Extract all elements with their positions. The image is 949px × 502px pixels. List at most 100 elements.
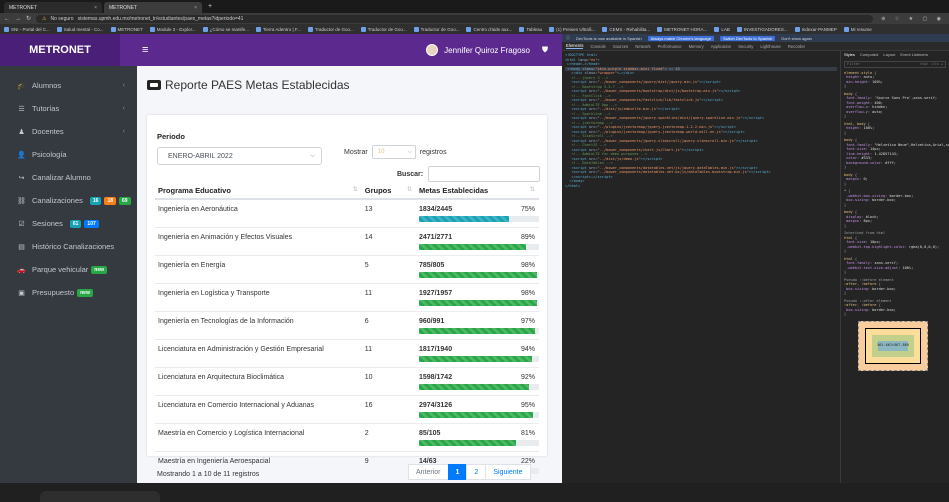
shield-icon[interactable]: ⛊ [542, 45, 548, 55]
column-header-programa[interactable]: Programa Educativo ⇅ [155, 183, 362, 200]
sidebar-item-tutor-as[interactable]: ☰ Tutorías ‹ [0, 97, 137, 120]
devtools-tab-elements[interactable]: Elements [566, 43, 584, 49]
devtools-tab-console[interactable]: Console [590, 44, 605, 49]
sidebar-item-sesiones[interactable]: ☑ Sesiones 61 107 [0, 212, 137, 235]
bookmark-item[interactable]: Traductor de Goo... [360, 26, 407, 32]
bookmark-item[interactable]: SNI - Portal del C... [4, 26, 50, 32]
bookmark-item[interactable]: METRONET HORA... [657, 26, 707, 32]
devtools-tab-memory[interactable]: Memory [689, 44, 704, 49]
devtools-tab-recorder[interactable]: Recorder [788, 44, 805, 49]
column-header-metas[interactable]: Metas Establecidas ⇅ [416, 183, 539, 200]
new-badge: new [77, 288, 93, 297]
list-icon: ☰ [18, 105, 25, 113]
top-navbar: METRONET ≡ Jennifer Quiroz Fragoso ⛊ [0, 34, 562, 66]
styles-pane: Styles Computed Layout Event Listeners Filt… [840, 51, 949, 483]
progress-bar [419, 327, 539, 334]
devtools-tab-lighthouse[interactable]: Lighthouse [760, 44, 781, 49]
progress-bar [419, 271, 539, 278]
browser-tab-active[interactable]: METRONET × [104, 2, 202, 13]
reload-icon[interactable]: ↻ [26, 15, 31, 22]
warning-icon[interactable]: ⚠ [42, 16, 46, 22]
sort-icon: ⇅ [529, 187, 535, 193]
bookmark-favicon-icon [110, 26, 116, 32]
bookmark-item[interactable]: Salud mental - Co... [56, 26, 104, 32]
bookmark-item[interactable]: INVESTIGADORES... [736, 26, 788, 32]
metas-value: 2974/3126 [419, 401, 453, 409]
bookmark-favicon-icon [794, 26, 800, 32]
bookmark-item[interactable]: Tierra Adentro | F... [255, 26, 301, 32]
extension-icons[interactable]: ⊕ ☆ ★ ▢ ◉ [881, 16, 945, 22]
bookmark-item[interactable]: CEMS - Rehabilita... [602, 26, 650, 32]
page-length-select[interactable]: 10 ⌵ [371, 145, 416, 159]
sidebar-item-hist-rico-canalizaciones[interactable]: ▤ Histórico Canalizaciones [0, 235, 137, 258]
table-row: Ingeniería en Logística y Transporte 11 19… [155, 282, 539, 311]
page-2-button[interactable]: 2 [466, 464, 487, 480]
grupos-cell: 5 [361, 254, 416, 283]
bookmark-item[interactable]: Mi resume [843, 26, 872, 32]
new-tab-icon[interactable]: + [208, 3, 212, 10]
chevron-left-icon: ‹ [122, 105, 125, 112]
bookmark-item[interactable]: (1) Preisen Ultraß... [549, 26, 595, 32]
styles-filter-input[interactable]: Filter :hov .cls + [844, 60, 946, 68]
devtools-tab-application[interactable]: Application [711, 44, 732, 49]
bookmark-favicon-icon [149, 26, 155, 32]
periodo-select[interactable]: ENERO-ABRIL 2022 ⌵ [157, 147, 322, 165]
bookmark-item[interactable]: METRONET [110, 26, 143, 32]
bookmark-item[interactable]: Traductor de Goo... [413, 26, 459, 32]
bookmark-item[interactable]: Centro d'aide aux... [466, 26, 512, 32]
bookmark-item[interactable]: Traductor de Goo... [307, 26, 354, 32]
user-menu[interactable]: Jennifer Quiroz Fragoso ⛊ [426, 44, 548, 56]
address-bar-row: ← → ↻ ⚠ No seguro sistemas.upmh.edu.mx/m… [0, 13, 949, 24]
sidebar-item-canalizar-alumno[interactable]: ↪ Canalizar Alumno [0, 166, 137, 189]
devtools-tabs: Elements Console Sources Network Performance… [562, 42, 949, 51]
devtools-tab-performance[interactable]: Performance [658, 44, 682, 49]
bookmark-favicon-icon [602, 26, 608, 32]
switch-language-button[interactable]: Switch DevTools to Spanish [719, 35, 776, 41]
sidebar-item-parque-vehicular[interactable]: 🚗 Parque vehicular new [0, 258, 137, 281]
metas-cell: 1834/2445 75% [416, 198, 539, 227]
brand-logo[interactable]: METRONET [0, 34, 120, 66]
programa-cell: Ingeniería en Energía [155, 254, 362, 283]
avatar [426, 44, 439, 56]
metas-value: 85/105 [419, 429, 441, 437]
progress-fill [419, 243, 526, 250]
sidebar-item-canalizaciones[interactable]: ⛓ Canalizaciones 16 18 69 [0, 189, 137, 212]
prev-page-button[interactable]: Anterior [408, 464, 449, 480]
close-tab-icon[interactable]: × [194, 5, 197, 11]
dismiss-notice-link[interactable]: Don't show again [781, 36, 812, 41]
styles-tab-computed[interactable]: Computed [860, 52, 878, 57]
browser-tab[interactable]: METRONET × [4, 2, 102, 13]
metas-cell: 960/991 97% [416, 310, 539, 339]
devtools-tab-sources[interactable]: Sources [613, 44, 628, 49]
url-input[interactable]: ⚠ No seguro sistemas.upmh.edu.mx/metrone… [36, 14, 874, 23]
back-icon[interactable]: ← [4, 16, 10, 22]
devtools-tab-network[interactable]: Network [635, 44, 650, 49]
sidebar-item-presupuesto[interactable]: ▣ Presupuesto new [0, 281, 137, 304]
elements-tree[interactable]: <!DOCTYPE html> <html lang="es"> ▸<head>… [562, 51, 840, 483]
bookmark-item[interactable]: Module 3 - Explor... [149, 26, 196, 32]
programa-cell: Ingeniería en Aeronáutica [155, 198, 362, 227]
close-tab-icon[interactable]: × [94, 5, 97, 11]
bookmark-item[interactable]: Indexar-PANMEP [794, 26, 837, 32]
bookmark-item[interactable]: ¿Cómo se manife... [202, 26, 249, 32]
styles-tabs: Styles Computed Layout Event Listeners [844, 52, 946, 58]
styles-tab-layout[interactable]: Layout [883, 52, 895, 57]
sidebar-item-docentes[interactable]: ♟ Docentes ‹ [0, 120, 137, 143]
bookmark-item[interactable]: Tableau [519, 26, 542, 32]
bookmark-item[interactable]: LAB [714, 26, 730, 32]
styles-tab-styles[interactable]: Styles [844, 52, 855, 57]
progress-fill [419, 327, 536, 334]
sidebar-item-psicolog-a[interactable]: 👤 Psicología [0, 143, 137, 166]
styles-tab-event-listeners[interactable]: Event Listeners [900, 52, 928, 57]
next-page-button[interactable]: Siguiente [485, 464, 531, 480]
menu-toggle-icon[interactable]: ≡ [142, 44, 148, 56]
sidebar-item-alumnos[interactable]: 🎓 Alumnos ‹ [0, 74, 137, 97]
metas-table: Programa Educativo ⇅ Grupos ⇅ Metas Establ… [155, 183, 539, 479]
page-1-button[interactable]: 1 [447, 464, 468, 480]
search-input[interactable] [428, 166, 541, 182]
match-language-button[interactable]: Always match Chrome's language [647, 35, 714, 41]
taskbar-item[interactable] [40, 491, 160, 502]
forward-icon[interactable]: → [15, 16, 21, 22]
column-header-grupos[interactable]: Grupos ⇅ [361, 183, 416, 200]
devtools-tab-security[interactable]: Security [738, 44, 753, 49]
